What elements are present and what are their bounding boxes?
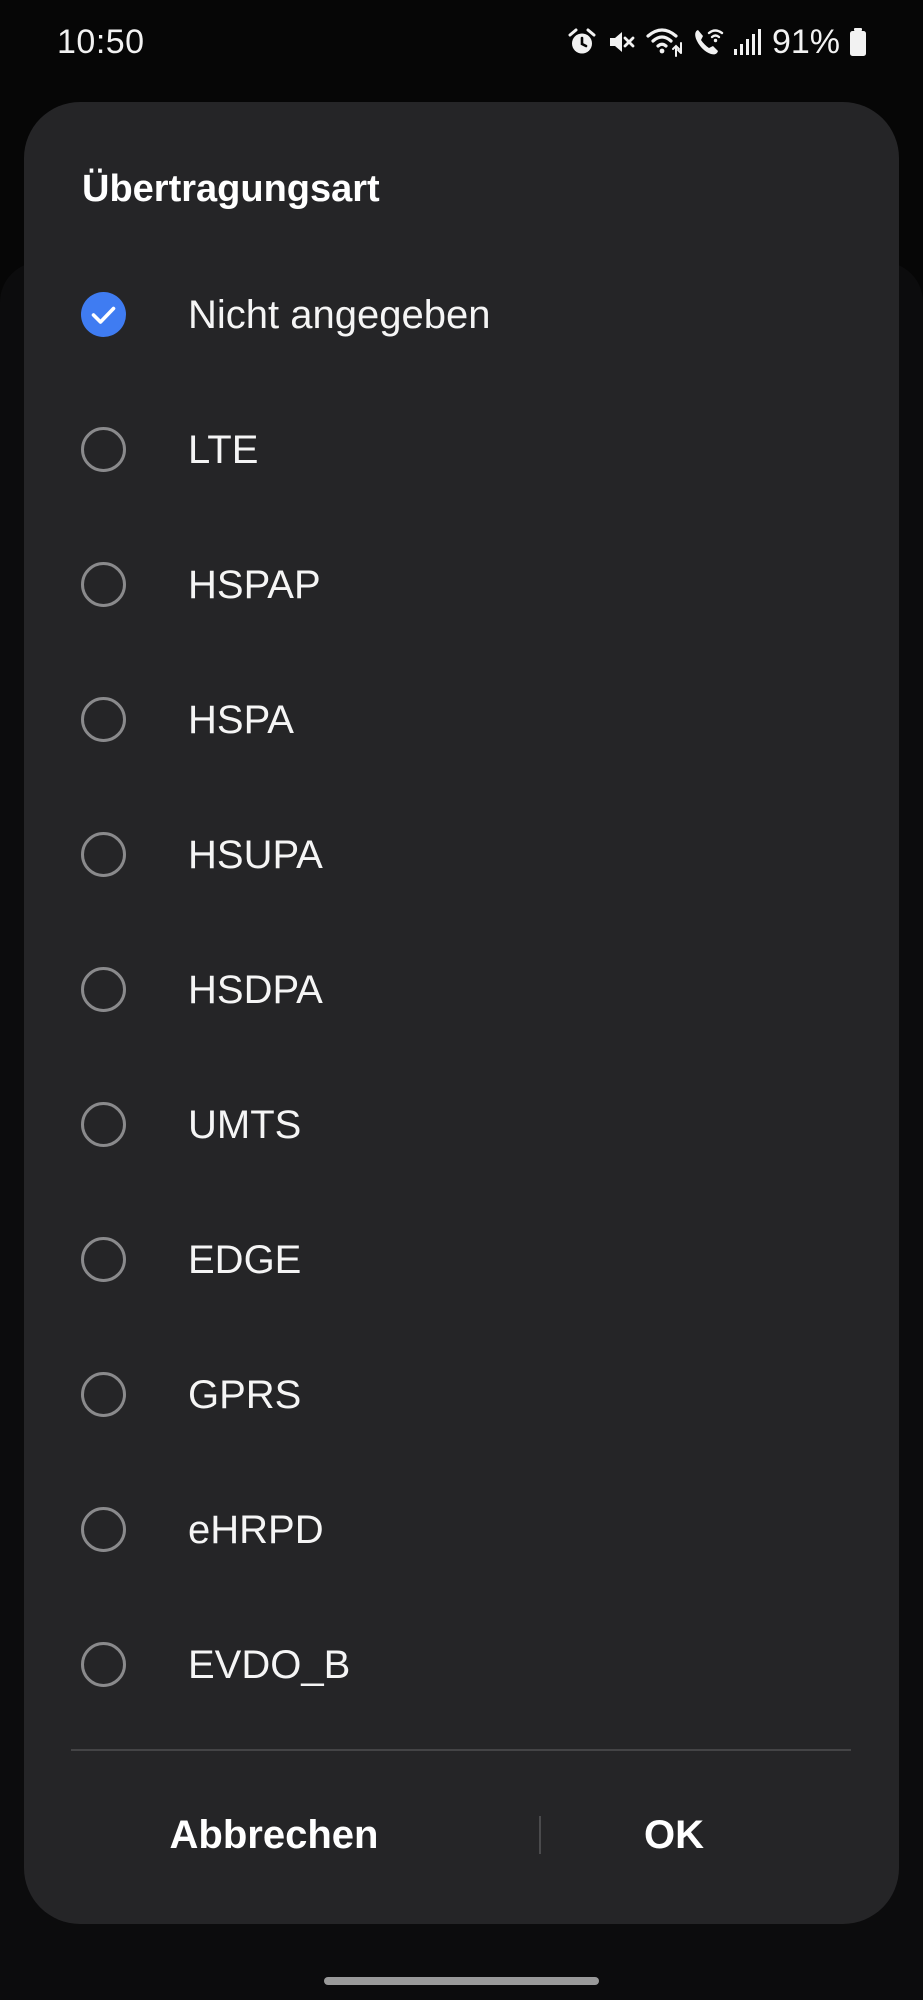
option-label: LTE [188, 428, 259, 472]
radio-unchecked-icon[interactable] [81, 562, 126, 607]
radio-unchecked-icon[interactable] [81, 967, 126, 1012]
option-gprs[interactable]: GPRS [24, 1327, 899, 1462]
option-label: HSDPA [188, 968, 323, 1012]
battery-icon [849, 27, 867, 57]
button-divider [71, 1749, 851, 1751]
option-label: Nicht angegeben [188, 293, 491, 337]
option-evdo-b[interactable]: EVDO_B [24, 1597, 899, 1732]
ok-button[interactable]: OK [494, 1792, 854, 1878]
radio-unchecked-icon[interactable] [81, 427, 126, 472]
radio-unchecked-icon[interactable] [81, 1507, 126, 1552]
alarm-icon [567, 27, 597, 57]
option-list: Nicht angegeben LTE HSPAP HSPA HSUPA HSD… [24, 247, 899, 1732]
status-icons: 91% [567, 20, 867, 64]
mute-icon [606, 27, 636, 57]
dialog-title: Übertragungsart [82, 168, 380, 210]
option-label: UMTS [188, 1103, 302, 1147]
option-hsdpa[interactable]: HSDPA [24, 922, 899, 1057]
option-hsupa[interactable]: HSUPA [24, 787, 899, 922]
option-label: eHRPD [188, 1508, 324, 1552]
cancel-button[interactable]: Abbrechen [84, 1792, 464, 1878]
wifi-icon [645, 26, 683, 58]
option-label: HSPA [188, 698, 294, 742]
option-ehrpd[interactable]: eHRPD [24, 1462, 899, 1597]
option-label: EVDO_B [188, 1643, 351, 1687]
option-label: HSUPA [188, 833, 323, 877]
option-label: EDGE [188, 1238, 302, 1282]
status-bar: 10:50 91% [0, 0, 923, 84]
radio-unchecked-icon[interactable] [81, 697, 126, 742]
option-lte[interactable]: LTE [24, 382, 899, 517]
dialog-buttons: Abbrechen OK [24, 1792, 899, 1878]
option-label: HSPAP [188, 563, 321, 607]
home-indicator[interactable] [324, 1977, 599, 1985]
status-time: 10:50 [57, 23, 145, 61]
option-nicht-angegeben[interactable]: Nicht angegeben [24, 247, 899, 382]
radio-checked-icon[interactable] [81, 292, 126, 337]
option-label: GPRS [188, 1373, 302, 1417]
radio-unchecked-icon[interactable] [81, 1237, 126, 1282]
radio-unchecked-icon[interactable] [81, 1102, 126, 1147]
wifi-calling-icon [692, 27, 724, 57]
option-umts[interactable]: UMTS [24, 1057, 899, 1192]
signal-icon [733, 27, 761, 57]
option-edge[interactable]: EDGE [24, 1192, 899, 1327]
option-hspa[interactable]: HSPA [24, 652, 899, 787]
radio-unchecked-icon[interactable] [81, 1372, 126, 1417]
radio-unchecked-icon[interactable] [81, 832, 126, 877]
radio-unchecked-icon[interactable] [81, 1642, 126, 1687]
option-hspap[interactable]: HSPAP [24, 517, 899, 652]
transmission-type-dialog: Übertragungsart Nicht angegeben LTE HSPA… [24, 102, 899, 1924]
battery-percentage: 91% [771, 23, 840, 61]
